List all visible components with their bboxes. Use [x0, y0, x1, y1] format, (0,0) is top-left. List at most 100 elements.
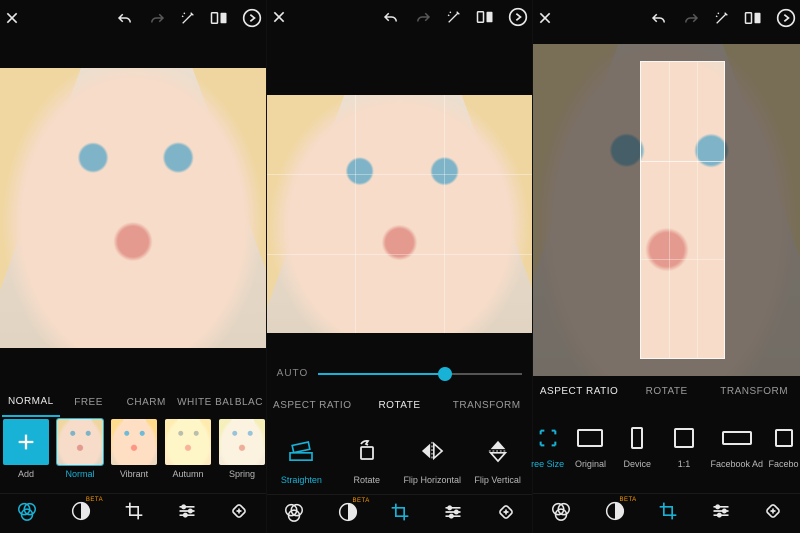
apply-icon[interactable] — [242, 8, 262, 28]
tool-facebook-truncated[interactable]: Facebo — [769, 423, 799, 469]
nav-filters-icon[interactable] — [16, 500, 38, 527]
close-icon[interactable] — [271, 9, 287, 25]
filter-spring[interactable]: Spring — [218, 419, 266, 479]
nav-crop-icon[interactable] — [124, 501, 144, 526]
tool-label: Straighten — [281, 475, 322, 485]
tab-black-truncated[interactable]: BLAC — [233, 397, 264, 408]
filter-category-tabs: NORMAL FREE CHARM WHITE BALANCE BLAC — [0, 387, 266, 417]
apply-icon[interactable] — [776, 8, 796, 28]
nav-heal-icon[interactable] — [229, 501, 249, 526]
filter-normal[interactable]: Normal — [56, 419, 104, 479]
image-canvas[interactable] — [533, 44, 800, 376]
compare-icon[interactable] — [744, 10, 762, 26]
rotate-icon — [355, 433, 379, 469]
tab-rotate[interactable]: ROTATE — [356, 400, 443, 411]
tool-flip-vertical[interactable]: Flip Vertical — [465, 433, 530, 485]
nav-crop-icon[interactable] — [390, 502, 410, 527]
editor-panel-crop: ASPECT RATIO ROTATE TRANSFORM ree Size O… — [533, 0, 800, 533]
tool-label: Device — [623, 459, 651, 469]
thumb-label: Autumn — [172, 469, 203, 479]
filter-thumbnails: Add Normal Vibrant Autumn Spring — [0, 417, 266, 493]
nav-heal-icon[interactable] — [763, 501, 783, 526]
tool-rotate[interactable]: Rotate — [334, 433, 399, 485]
tool-original[interactable]: Original — [569, 423, 611, 469]
editor-panel-rotate: AUTO ASPECT RATIO ROTATE TRANSFORM Strai… — [267, 0, 534, 533]
tab-aspect-ratio[interactable]: ASPECT RATIO — [269, 400, 356, 411]
tab-transform[interactable]: TRANSFORM — [443, 400, 530, 411]
nav-filters-icon[interactable] — [550, 500, 572, 527]
nav-heal-icon[interactable] — [496, 502, 516, 527]
magic-wand-icon[interactable] — [446, 9, 462, 25]
tab-white-balance[interactable]: WHITE BALANCE — [175, 397, 233, 408]
nav-sliders-icon[interactable] — [711, 501, 731, 526]
tool-1-1[interactable]: 1:1 — [663, 423, 705, 469]
beta-badge: BETA — [619, 497, 636, 503]
free-size-icon — [537, 423, 559, 453]
beta-badge: BETA — [353, 498, 370, 504]
crop-selection[interactable] — [640, 61, 725, 360]
image-canvas[interactable] — [267, 95, 533, 333]
nav-adjust-icon[interactable]: BETA — [71, 501, 91, 526]
tab-rotate[interactable]: ROTATE — [623, 386, 711, 397]
tool-label: Flip Vertical — [474, 475, 521, 485]
tab-free[interactable]: FREE — [60, 397, 118, 408]
tab-charm[interactable]: CHARM — [117, 397, 175, 408]
magic-wand-icon[interactable] — [180, 10, 196, 26]
redo-icon — [414, 10, 432, 24]
tool-label: Original — [575, 459, 606, 469]
device-ratio-icon — [631, 423, 643, 453]
flip-vertical-icon — [487, 433, 509, 469]
thumb-label: Add — [18, 469, 34, 479]
tool-label: Rotate — [354, 475, 381, 485]
straighten-slider[interactable] — [318, 364, 522, 384]
compare-icon[interactable] — [476, 9, 494, 25]
tab-aspect-ratio[interactable]: ASPECT RATIO — [535, 386, 623, 397]
bottom-nav: BETA — [0, 493, 266, 533]
nav-crop-icon[interactable] — [658, 501, 678, 526]
tool-label: Facebo — [769, 459, 799, 469]
tab-normal[interactable]: NORMAL — [2, 387, 60, 417]
bottom-nav: BETA — [533, 493, 800, 533]
square-ratio-icon — [674, 423, 694, 453]
straighten-icon — [288, 433, 314, 469]
magic-wand-icon[interactable] — [714, 10, 730, 26]
nav-filters-icon[interactable] — [283, 501, 305, 528]
fb-ratio-icon — [775, 423, 793, 453]
photo-preview — [0, 68, 266, 348]
tool-straighten[interactable]: Straighten — [269, 433, 334, 485]
bottom-nav: BETA — [267, 494, 533, 533]
fb-ad-ratio-icon — [722, 423, 752, 453]
undo-icon[interactable] — [116, 11, 134, 25]
slider-fill — [318, 373, 445, 375]
compare-icon[interactable] — [210, 10, 228, 26]
tool-device[interactable]: Device — [616, 423, 658, 469]
tab-transform[interactable]: TRANSFORM — [710, 386, 798, 397]
transform-tabs: ASPECT RATIO ROTATE TRANSFORM — [267, 391, 533, 420]
tool-facebook-ad[interactable]: Facebook Ad — [710, 423, 764, 469]
filter-autumn[interactable]: Autumn — [164, 419, 212, 479]
nav-sliders-icon[interactable] — [443, 502, 463, 527]
nav-adjust-icon[interactable]: BETA — [605, 501, 625, 526]
undo-icon[interactable] — [650, 11, 668, 25]
undo-icon[interactable] — [382, 10, 400, 24]
close-icon[interactable] — [537, 10, 553, 26]
tool-flip-horizontal[interactable]: Flip Horizontal — [400, 433, 465, 485]
image-canvas[interactable] — [0, 68, 266, 348]
tool-label: Facebook Ad — [710, 459, 763, 469]
redo-icon — [148, 11, 166, 25]
thumb-label: Normal — [65, 469, 94, 479]
close-icon[interactable] — [4, 10, 20, 26]
nav-sliders-icon[interactable] — [177, 501, 197, 526]
straighten-slider-row: AUTO — [267, 356, 533, 391]
apply-icon[interactable] — [508, 7, 528, 27]
filter-vibrant[interactable]: Vibrant — [110, 419, 158, 479]
aspect-ratio-tools: ree Size Original Device 1:1 Facebook Ad… — [533, 406, 800, 482]
thumb-label: Vibrant — [120, 469, 148, 479]
thumb-label: Spring — [229, 469, 255, 479]
add-filter-button[interactable]: Add — [2, 419, 50, 479]
tool-label: Flip Horizontal — [403, 475, 461, 485]
slider-auto-label: AUTO — [277, 368, 309, 379]
slider-thumb[interactable] — [438, 367, 452, 381]
tool-free-size[interactable]: ree Size — [531, 423, 565, 469]
nav-adjust-icon[interactable]: BETA — [338, 502, 358, 527]
